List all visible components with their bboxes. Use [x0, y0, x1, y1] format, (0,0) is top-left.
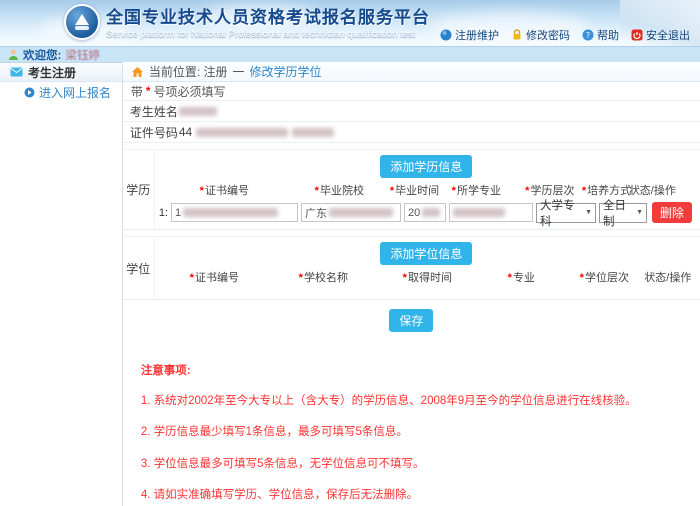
col-grad-date: 毕业时间	[395, 185, 439, 197]
redacted-date	[422, 208, 440, 217]
power-icon	[631, 29, 643, 41]
note-item: 2. 学历信息最少填写1条信息，最多可填写5条信息。	[141, 423, 669, 441]
sidebar-item-label: 进入网上报名	[39, 84, 111, 101]
notes: 注意事项: 1. 系统对2002年至今大专以上（含大专）的学历信息、2008年9…	[123, 362, 700, 506]
platform-logo-icon	[64, 4, 100, 40]
candidate-name-row: 考生姓名	[123, 101, 700, 122]
spacer	[123, 143, 700, 150]
redacted-school	[329, 208, 393, 217]
svg-text:?: ?	[586, 31, 590, 40]
col-degree-level: 学位层次	[585, 272, 629, 284]
page-title: 全国专业技术人员资格考试报名服务平台	[106, 3, 430, 28]
education-section-label: 学历	[123, 150, 155, 229]
top-links: 注册维护 修改密码 ? 帮助	[440, 27, 690, 43]
grad-date-input[interactable]: 20	[404, 203, 446, 222]
user-icon	[8, 49, 19, 61]
education-level-select[interactable]: 大学专科▼	[536, 203, 596, 223]
redacted-name-value	[179, 107, 217, 116]
sidebar-item-enter-online-registration[interactable]: 进入网上报名	[0, 82, 122, 102]
id-number-label: 证件号码	[123, 124, 179, 141]
top-link-label: 注册维护	[455, 27, 499, 43]
id-number-row: 证件号码 44	[123, 122, 700, 143]
sidebar-section-candidate-registration[interactable]: 考生注册	[0, 62, 122, 82]
breadcrumb-current-link[interactable]: 修改学历学位	[250, 63, 322, 80]
delete-education-button[interactable]: 删除	[652, 202, 692, 223]
candidate-name-value	[179, 107, 217, 116]
training-mode-select[interactable]: 全日制▼	[599, 203, 647, 223]
chevron-down-icon: ▼	[585, 209, 592, 216]
col-level: 学历层次	[530, 185, 574, 197]
breadcrumb-prefix: 当前位置: 注册	[149, 63, 228, 80]
col-status-operation: 状态/操作	[643, 269, 693, 285]
envelope-icon	[10, 67, 23, 77]
breadcrumb: 当前位置: 注册 一 修改学历学位	[123, 62, 700, 82]
row-index: 1:	[159, 207, 168, 219]
page-subtitle: Service platform for National Profession…	[106, 29, 430, 40]
redacted-major	[453, 208, 505, 217]
add-degree-button[interactable]: 添加学位信息	[380, 242, 472, 265]
mountain-logo-icon	[71, 11, 93, 33]
education-section: 学历 添加学历信息 *证书编号 *毕业院校 *毕业时间 *所学专业 *学历层次 …	[123, 150, 700, 230]
required-note: 带 * 号项必须填写	[123, 82, 700, 101]
degree-section: 学位 添加学位信息 *证书编号 *学校名称 *取得时间 *专业 *学位层次 状态…	[123, 236, 700, 300]
sidebar-section-label: 考生注册	[28, 64, 76, 81]
help-icon: ?	[582, 29, 594, 41]
safe-logout-link[interactable]: 安全退出	[631, 27, 690, 43]
major-input[interactable]	[449, 203, 533, 222]
col-status-operation: 状态/操作	[629, 182, 673, 198]
help-link[interactable]: ? 帮助	[582, 27, 619, 43]
col-obtain-date: 取得时间	[408, 272, 452, 284]
col-school: 毕业院校	[320, 185, 364, 197]
header-banner: 全国专业技术人员资格考试报名服务平台 Service platform for …	[0, 0, 700, 46]
top-link-label: 安全退出	[646, 27, 690, 43]
change-password-link[interactable]: 修改密码	[511, 27, 570, 43]
col-cert-number: 证书编号	[205, 185, 249, 197]
note-item: 3. 学位信息最多可填写5条信息，无学位信息可不填写。	[141, 455, 669, 473]
cert-number-input[interactable]: 1	[171, 203, 298, 222]
brand: 全国专业技术人员资格考试报名服务平台 Service platform for …	[64, 3, 430, 40]
lock-icon	[511, 29, 523, 41]
note-item: 4. 请如实准确填写学历、学位信息，保存后无法删除。	[141, 486, 669, 504]
school-input[interactable]: 广东	[301, 203, 401, 222]
save-button[interactable]: 保存	[389, 309, 433, 332]
degree-table-header: *证书编号 *学校名称 *取得时间 *专业 *学位层次 状态/操作	[159, 269, 694, 285]
top-link-label: 修改密码	[526, 27, 570, 43]
home-icon	[131, 66, 144, 78]
degree-section-label: 学位	[123, 237, 155, 299]
id-number-value: 44	[179, 125, 334, 139]
page: 全国专业技术人员资格考试报名服务平台 Service platform for …	[0, 0, 700, 506]
breadcrumb-separator: 一	[232, 63, 244, 80]
sidebar: 考生注册 进入网上报名	[0, 62, 123, 506]
welcome-bar: 欢迎您: 梁钰婷	[0, 46, 700, 62]
col-mode: 培养方式	[587, 185, 631, 197]
add-education-button[interactable]: 添加学历信息	[380, 155, 472, 178]
education-row-1: 1: 1 广东 20	[159, 202, 694, 223]
candidate-name-label: 考生姓名	[123, 103, 179, 120]
note-item: 1. 系统对2002年至今大专以上（含大专）的学历信息、2008年9月至今的学位…	[141, 392, 669, 410]
col-school-name: 学校名称	[304, 272, 348, 284]
top-link-label: 帮助	[597, 27, 619, 43]
redacted-id-value	[292, 128, 334, 137]
notes-title: 注意事项:	[141, 362, 700, 378]
redacted-cert-number	[183, 208, 278, 217]
globe-icon	[440, 29, 452, 41]
col-major: 所学专业	[457, 185, 501, 197]
required-star: *	[146, 84, 151, 98]
registration-maintain-link[interactable]: 注册维护	[440, 27, 499, 43]
redacted-id-value	[196, 128, 288, 137]
welcome-label: 欢迎您:	[23, 47, 61, 63]
main-content: 当前位置: 注册 一 修改学历学位 带 * 号项必须填写 考生姓名 证件号码	[123, 62, 700, 506]
col-major: 专业	[513, 272, 535, 284]
chevron-down-icon: ▼	[636, 209, 643, 216]
col-cert-number: 证书编号	[195, 272, 239, 284]
welcome-username: 梁钰婷	[65, 47, 100, 63]
arrow-circle-icon	[24, 87, 35, 98]
